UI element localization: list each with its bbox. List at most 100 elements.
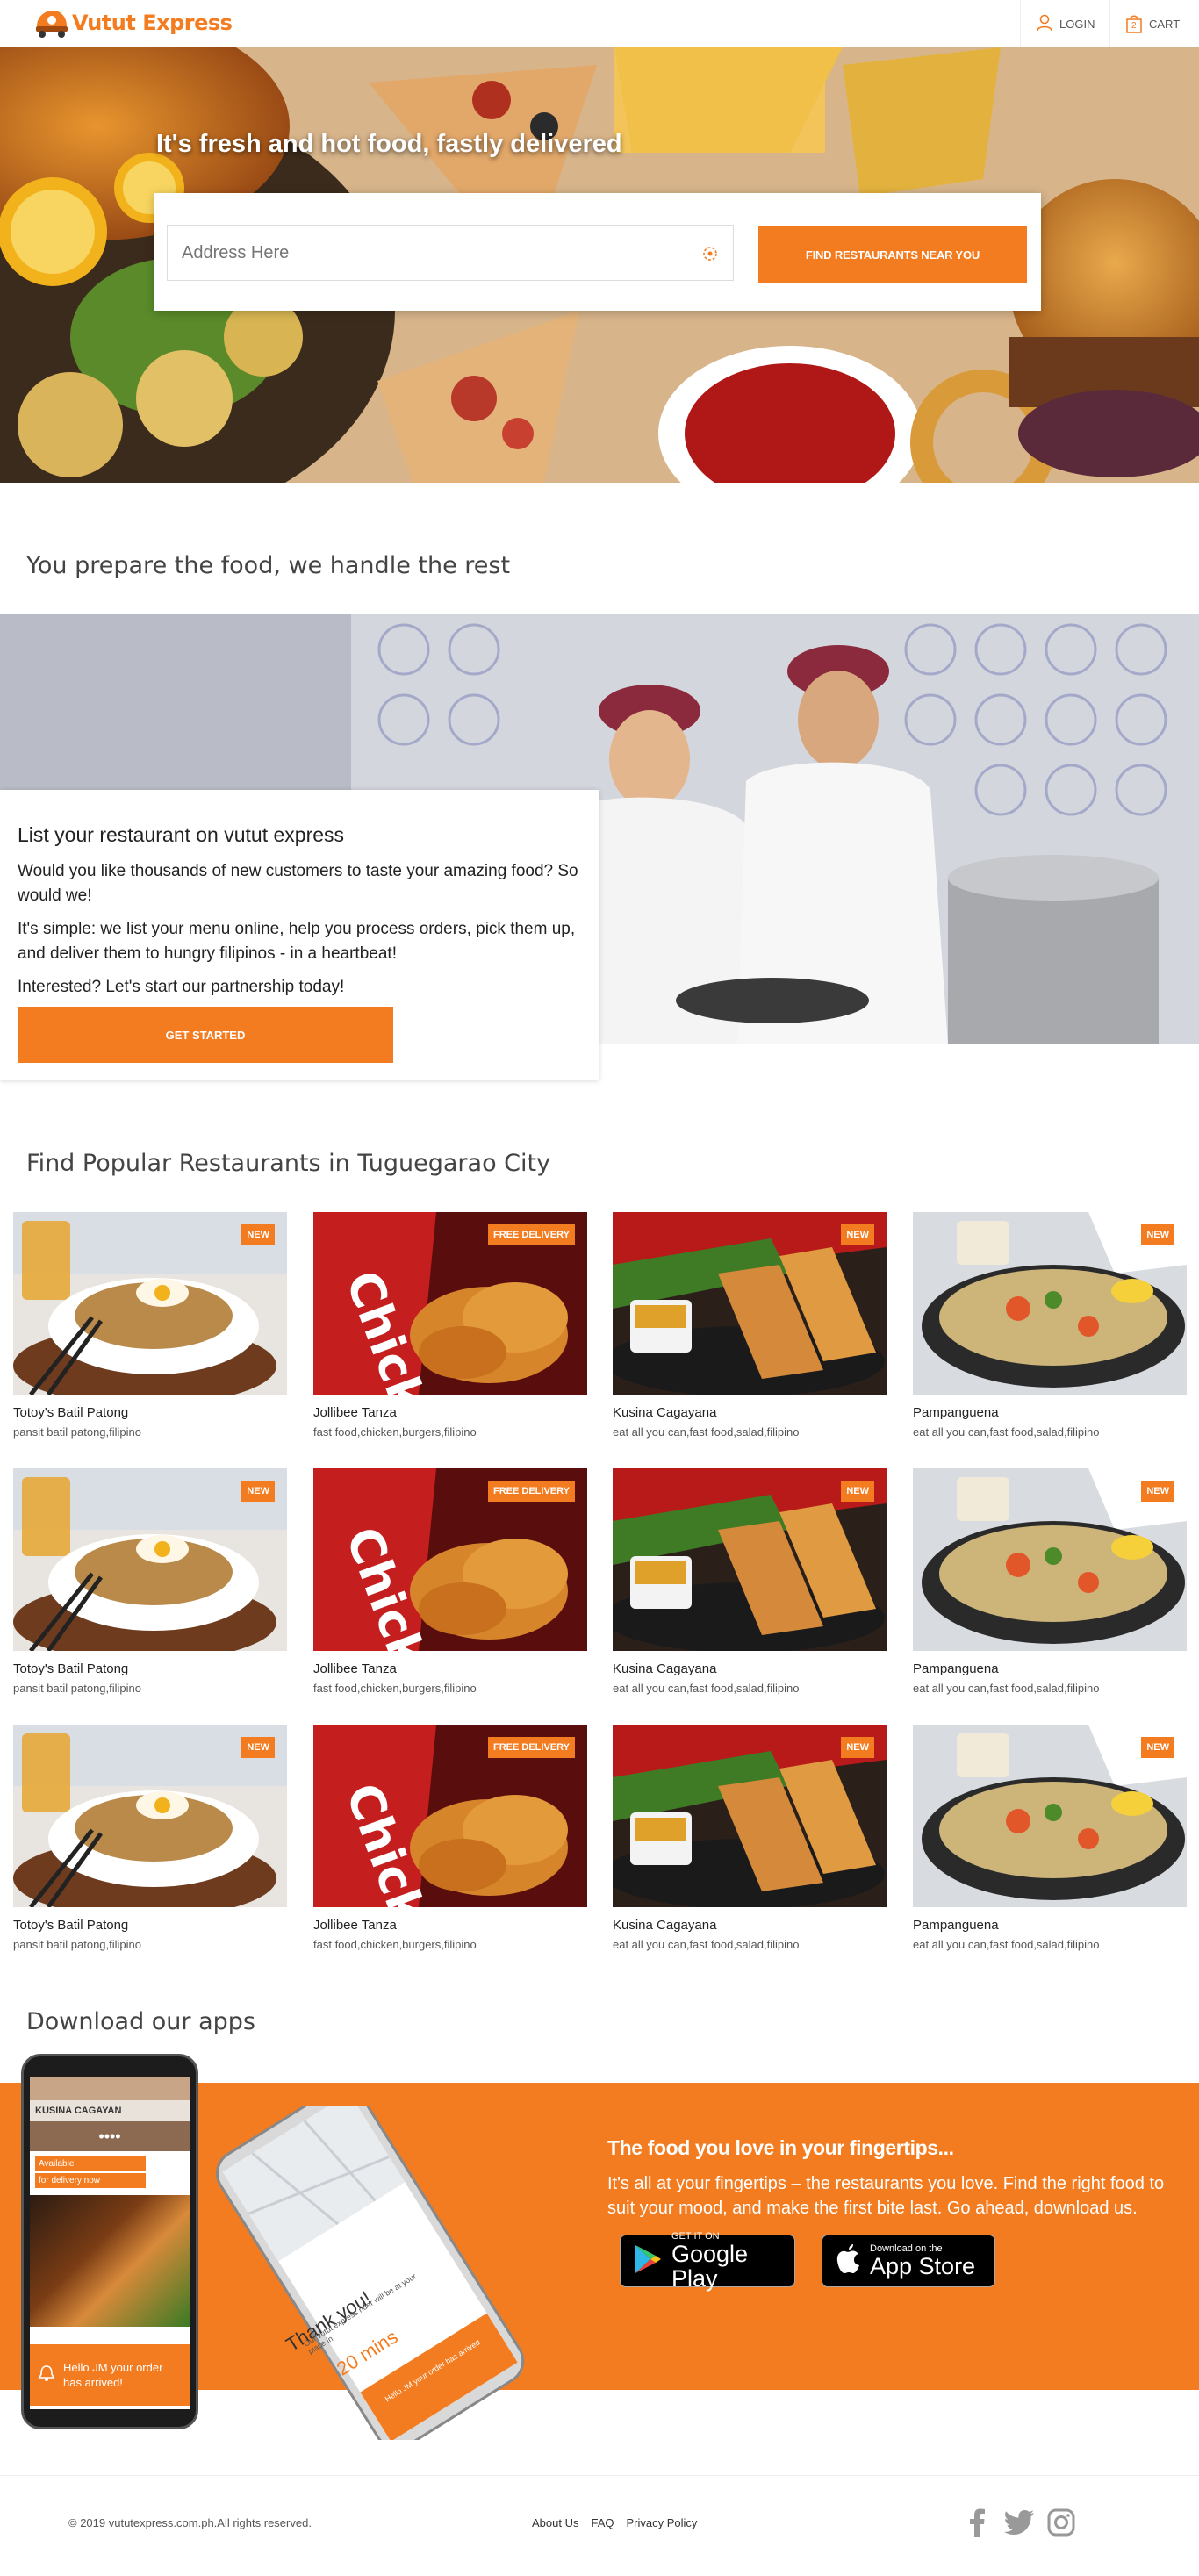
partner-paragraph-3: Interested? Let's start our partnership … <box>18 978 345 996</box>
restaurant-name[interactable]: Totoy's Batil Patong <box>13 1405 287 1420</box>
restaurant-badge: NEW <box>1141 1224 1174 1245</box>
restaurant-card[interactable]: Chicken FREE DELIVERY Jollibee Tanza fast f… <box>313 1212 587 1449</box>
restaurant-image[interactable]: NEW <box>13 1212 287 1395</box>
restaurant-card[interactable]: NEW Totoy's Batil Patong pansit batil pato… <box>13 1212 287 1449</box>
google-play-button[interactable]: GET IT ON Google Play <box>620 2231 795 2291</box>
bell-icon <box>37 2364 56 2387</box>
restaurant-tags: fast food,chicken,burgers,filipino <box>313 1425 477 1439</box>
login-button[interactable]: LOGIN <box>1020 0 1110 47</box>
restaurant-card[interactable]: Chicken FREE DELIVERY Jollibee Tanza fast f… <box>313 1468 587 1705</box>
restaurant-tags: pansit batil patong,filipino <box>13 1682 141 1695</box>
restaurant-name[interactable]: Kusina Cagayana <box>613 1918 887 1933</box>
restaurant-badge: FREE DELIVERY <box>488 1737 575 1758</box>
restaurant-tags: fast food,chicken,burgers,filipino <box>313 1938 477 1951</box>
address-field-wrapper <box>167 225 734 281</box>
restaurant-badge: FREE DELIVERY <box>488 1224 575 1245</box>
partner-section-title: You prepare the food, we handle the rest <box>26 552 511 579</box>
cart-count: 2 <box>1131 21 1137 31</box>
partner-paragraph-2: It's simple: we list your menu online, h… <box>18 920 576 963</box>
restaurant-badge: NEW <box>241 1481 275 1502</box>
phone-mockup-thank-you: Thank you! Our vutut express rider will … <box>193 2084 544 2450</box>
footer-links: About Us FAQ Privacy Policy <box>532 2516 697 2529</box>
partner-paragraph-1: Would you like thousands of new customer… <box>18 862 578 905</box>
partner-card: List your restaurant on vutut express Wo… <box>0 790 599 1080</box>
restaurant-tags: eat all you can,fast food,salad,filipino <box>613 1682 800 1695</box>
instagram-icon[interactable] <box>1046 2508 1076 2537</box>
restaurant-name[interactable]: Jollibee Tanza <box>313 1405 587 1420</box>
locate-icon[interactable] <box>700 243 721 264</box>
restaurant-badge: NEW <box>241 1737 275 1758</box>
cart-button[interactable]: 2 CART <box>1109 0 1199 47</box>
brand-name: Vutut Express <box>72 11 233 35</box>
partner-heading: List your restaurant on vutut express <box>18 823 345 846</box>
restaurant-badge: NEW <box>1141 1481 1174 1502</box>
footer-link-faq[interactable]: FAQ <box>591 2516 614 2529</box>
brand-logo[interactable]: Vutut Express <box>33 7 233 39</box>
google-play-icon <box>633 2243 663 2279</box>
restaurant-image[interactable]: NEW <box>13 1725 287 1907</box>
delivery-scooter-logo-icon <box>33 7 70 39</box>
restaurant-name[interactable]: Pampanguena <box>913 1661 1187 1676</box>
restaurant-name[interactable]: Jollibee Tanza <box>313 1661 587 1676</box>
restaurant-name[interactable]: Totoy's Batil Patong <box>13 1918 287 1933</box>
restaurant-badge: FREE DELIVERY <box>488 1481 575 1502</box>
restaurant-card[interactable]: NEW Pampanguena eat all you can,fast food,… <box>913 1468 1187 1705</box>
phone1-food-image <box>30 2195 190 2327</box>
twitter-icon[interactable] <box>1004 2508 1034 2537</box>
restaurant-image[interactable]: NEW <box>913 1725 1187 1907</box>
restaurant-name[interactable]: Kusina Cagayana <box>613 1405 887 1420</box>
phone1-restaurant-name: KUSINA CAGAYAN <box>30 2100 190 2121</box>
restaurant-image[interactable]: Chicken FREE DELIVERY <box>313 1725 587 1907</box>
find-restaurants-button[interactable]: FIND RESTAURANTS NEAR YOU <box>758 226 1027 283</box>
restaurant-tags: eat all you can,fast food,salad,filipino <box>913 1425 1100 1439</box>
app-store-button[interactable]: Download on the App Store <box>822 2235 995 2287</box>
restaurant-image[interactable]: Chicken FREE DELIVERY <box>313 1468 587 1651</box>
restaurant-name[interactable]: Pampanguena <box>913 1405 1187 1420</box>
restaurant-tags: pansit batil patong,filipino <box>13 1938 141 1951</box>
restaurant-image[interactable]: NEW <box>913 1468 1187 1651</box>
social-links <box>962 2508 1076 2537</box>
restaurant-card[interactable]: NEW Kusina Cagayana eat all you can,fast f… <box>613 1212 887 1449</box>
restaurant-name[interactable]: Jollibee Tanza <box>313 1918 587 1933</box>
restaurant-image[interactable]: NEW <box>913 1212 1187 1395</box>
restaurant-card[interactable]: NEW Totoy's Batil Patong pansit batil pato… <box>13 1468 287 1705</box>
phone-mockup-restaurant: KUSINA CAGAYAN •••• Available for delive… <box>21 2054 198 2429</box>
restaurant-image[interactable]: Chicken FREE DELIVERY <box>313 1212 587 1395</box>
google-play-big: Google Play <box>671 2241 749 2292</box>
address-input[interactable] <box>182 242 673 263</box>
restaurant-card[interactable]: Chicken FREE DELIVERY Jollibee Tanza fast f… <box>313 1725 587 1962</box>
footer-link-about[interactable]: About Us <box>532 2516 578 2529</box>
restaurant-tags: eat all you can,fast food,salad,filipino <box>613 1425 800 1439</box>
cart-label: CART <box>1149 17 1181 31</box>
footer-link-privacy[interactable]: Privacy Policy <box>627 2516 698 2529</box>
restaurant-name[interactable]: Kusina Cagayana <box>613 1661 887 1676</box>
hero-banner: It's fresh and hot food, fastly delivere… <box>0 47 1199 483</box>
app-store-big: App Store <box>870 2253 976 2279</box>
apps-section-title: Download our apps <box>26 2008 255 2035</box>
restaurant-card[interactable]: NEW Totoy's Batil Patong pansit batil pato… <box>13 1725 287 1962</box>
restaurant-badge: NEW <box>841 1737 874 1758</box>
restaurant-tags: eat all you can,fast food,salad,filipino <box>913 1682 1100 1695</box>
restaurant-badge: NEW <box>841 1481 874 1502</box>
apps-description: It's all at your fingertips – the restau… <box>607 2174 1165 2218</box>
restaurant-card[interactable]: NEW Pampanguena eat all you can,fast food,… <box>913 1212 1187 1449</box>
restaurant-name[interactable]: Pampanguena <box>913 1918 1187 1933</box>
restaurant-card[interactable]: NEW Kusina Cagayana eat all you can,fast f… <box>613 1468 887 1705</box>
user-icon <box>1037 14 1052 34</box>
phone1-status-2: for delivery now <box>35 2173 146 2188</box>
hero-title: It's fresh and hot food, fastly delivere… <box>156 130 622 158</box>
restaurant-badge: NEW <box>1141 1737 1174 1758</box>
login-label: LOGIN <box>1059 17 1095 31</box>
restaurant-image[interactable]: NEW <box>13 1468 287 1651</box>
copyright-text: © 2019 vututexpress.com.ph.All rights re… <box>68 2516 312 2529</box>
restaurant-tags: pansit batil patong,filipino <box>13 1425 141 1439</box>
restaurant-image[interactable]: NEW <box>613 1212 887 1395</box>
restaurant-card[interactable]: NEW Pampanguena eat all you can,fast food,… <box>913 1725 1187 1962</box>
restaurant-name[interactable]: Totoy's Batil Patong <box>13 1661 287 1676</box>
restaurant-image[interactable]: NEW <box>613 1725 887 1907</box>
facebook-icon[interactable] <box>962 2508 992 2537</box>
get-started-button[interactable]: GET STARTED <box>18 1007 393 1063</box>
restaurant-card[interactable]: NEW Kusina Cagayana eat all you can,fast f… <box>613 1725 887 1962</box>
restaurant-image[interactable]: NEW <box>613 1468 887 1651</box>
apps-heading: The food you love in your fingertips... <box>607 2136 954 2159</box>
